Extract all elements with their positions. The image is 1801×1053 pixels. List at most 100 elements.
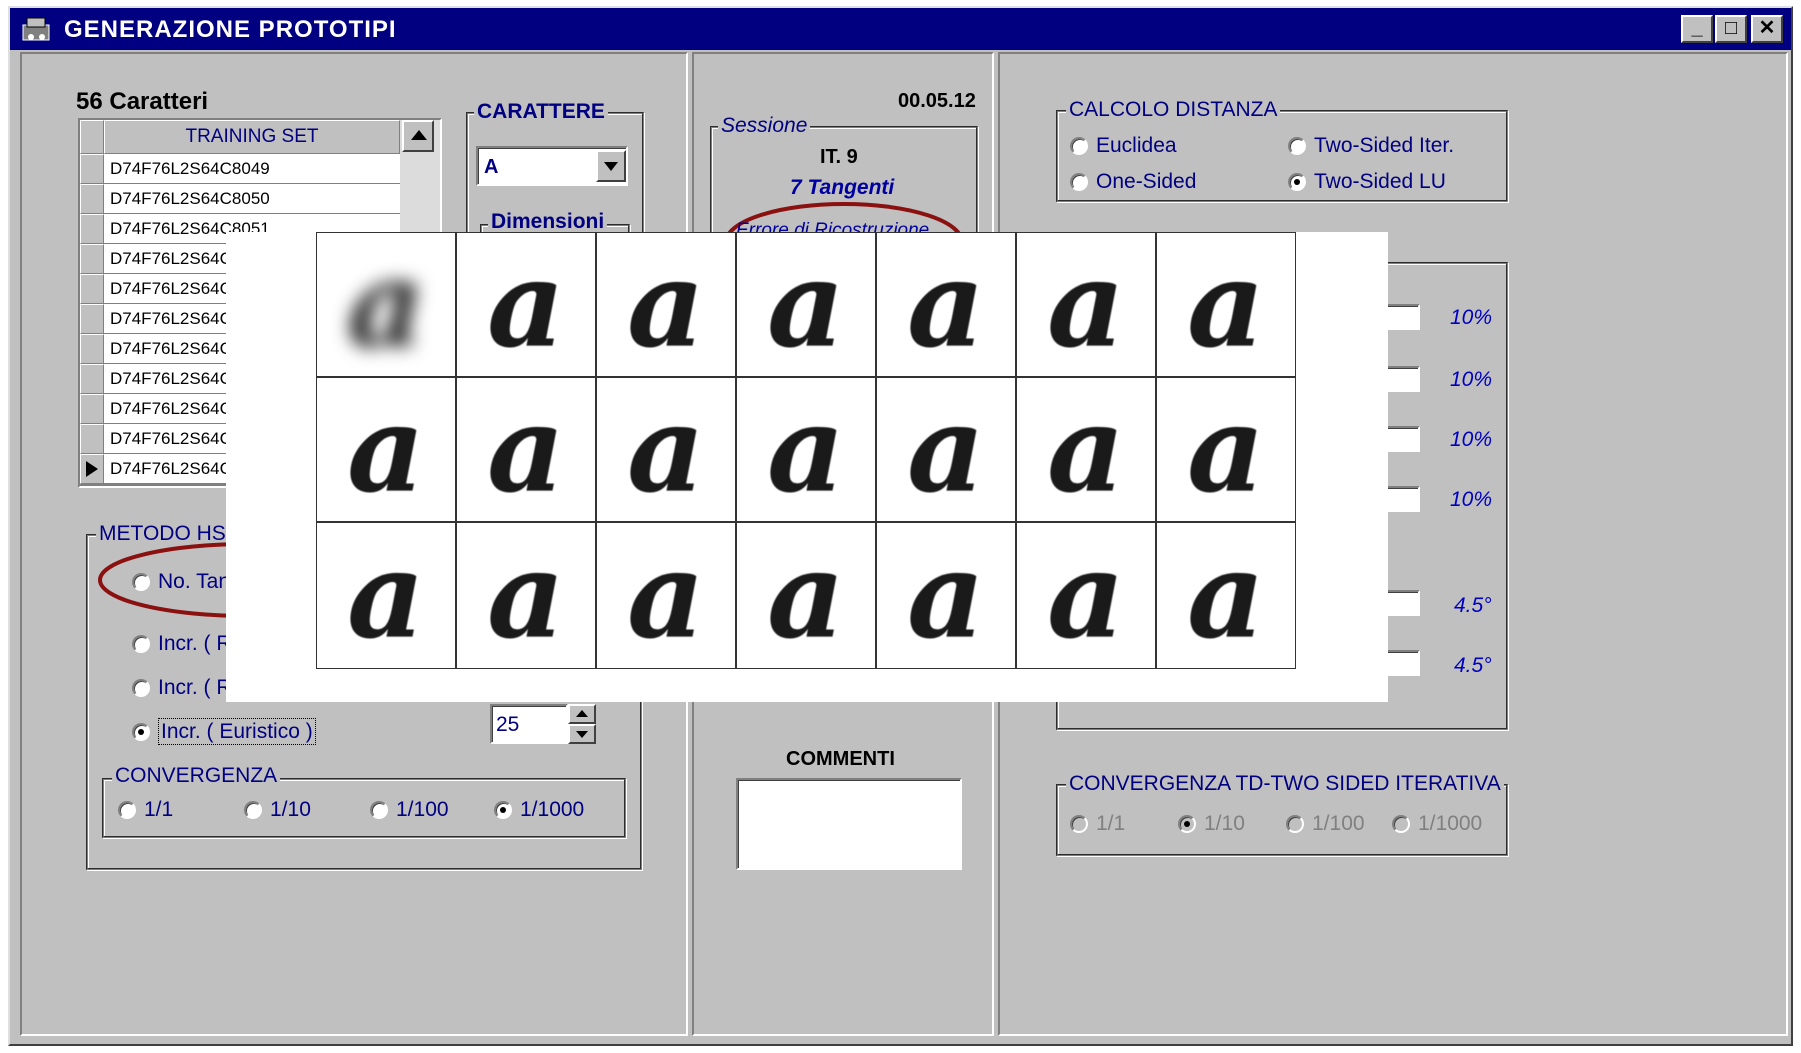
radio-icon [1070, 815, 1088, 834]
convergenza-td-label: CONVERGENZA TD-TWO SIDED ITERATIVA [1066, 772, 1504, 796]
iteration-label: IT. 9 [820, 146, 858, 168]
prototype-cell: a [736, 377, 876, 522]
app-icon [20, 15, 54, 43]
param-value-6: 4.5° [1454, 654, 1492, 677]
convergenza-td-option-100: 1/100 [1286, 812, 1365, 836]
glyph-image: a [1047, 378, 1125, 520]
glyph-image: a [627, 233, 705, 375]
row-header[interactable] [80, 274, 104, 304]
glyph-image: a [627, 524, 705, 666]
glyph-image: a [1047, 233, 1125, 375]
metodo-option-incr-1[interactable]: Incr. ( Ri [132, 632, 236, 656]
table-row[interactable]: D74F76L2S64C8049 [80, 154, 400, 184]
distance-option-one-sided[interactable]: One-Sided [1070, 170, 1196, 194]
radio-icon [132, 573, 150, 592]
option-label: Incr. ( Euristico ) [158, 718, 316, 745]
glyph-image: a [347, 378, 425, 520]
table-row[interactable]: D74F76L2S64C8050 [80, 184, 400, 214]
carattere-dropdown-button[interactable] [596, 150, 626, 182]
row-header[interactable] [80, 244, 104, 274]
glyph-image: a [487, 524, 565, 666]
option-label: 1/10 [270, 798, 311, 821]
param-value-1: 10% [1450, 306, 1493, 329]
prototype-cell: a [316, 232, 456, 377]
carattere-select[interactable]: A [476, 146, 628, 186]
glyph-image: a [1187, 524, 1265, 666]
convergenza-label: CONVERGENZA [112, 764, 281, 788]
characters-count: 56 Caratteri [76, 88, 209, 115]
row-header[interactable] [80, 184, 104, 214]
glyph-image: a [767, 378, 845, 520]
window-title: GENERAZIONE PROTOTIPI [64, 16, 397, 43]
training-sample-cell[interactable]: D74F76L2S64C8049 [104, 154, 400, 184]
convergenza-option-1000[interactable]: 1/1000 [494, 798, 584, 822]
spinner-value: 25 [496, 713, 520, 736]
carattere-label: CARATTERE [474, 100, 608, 124]
row-header[interactable] [80, 334, 104, 364]
glyph-image: a [767, 233, 845, 375]
prototype-cell: a [596, 232, 736, 377]
glyph-image: a [627, 378, 705, 520]
training-set-header[interactable]: TRAINING SET [104, 120, 400, 154]
radio-icon [494, 801, 512, 820]
metodo-option-euristico[interactable]: Incr. ( Euristico ) [132, 718, 316, 745]
option-label: 1/1 [1096, 812, 1126, 835]
scroll-up-button[interactable] [402, 120, 434, 152]
prototype-cell: a [316, 522, 456, 669]
row-header[interactable] [80, 304, 104, 334]
metodo-option-incr-2[interactable]: Incr. ( Ri [132, 676, 236, 700]
comments-textarea[interactable] [736, 778, 962, 870]
glyph-image: a [1187, 378, 1265, 520]
row-header[interactable] [80, 394, 104, 424]
prototype-cell: a [456, 522, 596, 669]
option-label: 1/1 [144, 798, 174, 821]
maximize-button[interactable]: □ [1715, 15, 1747, 43]
prototype-cell: a [876, 232, 1016, 377]
prototype-cell: a [316, 377, 456, 522]
prototype-cell: a [456, 377, 596, 522]
minimize-button[interactable]: _ [1681, 15, 1713, 43]
option-label: One-Sided [1096, 170, 1197, 193]
glyph-image: a [907, 378, 985, 520]
arrow-down-icon [576, 731, 588, 738]
row-header[interactable] [80, 364, 104, 394]
glyph-image: a [347, 233, 425, 375]
option-label: Incr. ( Ri [158, 676, 237, 699]
carattere-value: A [484, 156, 499, 178]
option-label: 1/1000 [1418, 812, 1483, 835]
row-header[interactable] [80, 424, 104, 454]
iterations-spinner[interactable]: 25 [490, 704, 568, 744]
convergenza-option-10[interactable]: 1/10 [244, 798, 311, 822]
distance-option-two-sided-lu[interactable]: Two-Sided LU [1288, 170, 1446, 194]
option-label: 1/100 [1312, 812, 1365, 835]
radio-icon [118, 801, 136, 820]
glyph-image: a [767, 524, 845, 666]
tangents-label: 7 Tangenti [790, 176, 895, 199]
glyph-image: a [487, 233, 565, 375]
row-header[interactable] [80, 154, 104, 184]
row-header[interactable] [80, 214, 104, 244]
row-header[interactable] [80, 454, 104, 484]
prototype-cell: a [596, 522, 736, 669]
convergenza-option-100[interactable]: 1/100 [370, 798, 449, 822]
session-date: 00.05.12 [898, 90, 976, 112]
option-label: 1/100 [396, 798, 449, 821]
convergenza-option-1[interactable]: 1/1 [118, 798, 173, 822]
convergenza-td-option-10: 1/10 [1178, 812, 1245, 836]
radio-icon [244, 801, 262, 820]
prototype-cell: a [1156, 522, 1296, 669]
spin-down-button[interactable] [568, 724, 596, 744]
option-label: Incr. ( Ri [158, 632, 237, 655]
arrow-up-icon [411, 130, 427, 140]
radio-icon [132, 723, 150, 742]
radio-icon [1288, 173, 1306, 192]
distance-option-euclidea[interactable]: Euclidea [1070, 134, 1177, 158]
spin-up-button[interactable] [568, 704, 596, 724]
distance-option-two-sided-iter[interactable]: Two-Sided Iter. [1288, 134, 1454, 158]
convergenza-td-option-1: 1/1 [1070, 812, 1125, 836]
radio-icon [1070, 173, 1088, 192]
training-sample-cell[interactable]: D74F76L2S64C8050 [104, 184, 400, 214]
glyph-image: a [907, 233, 985, 375]
close-button[interactable]: ✕ [1751, 15, 1783, 43]
prototype-cell: a [876, 377, 1016, 522]
